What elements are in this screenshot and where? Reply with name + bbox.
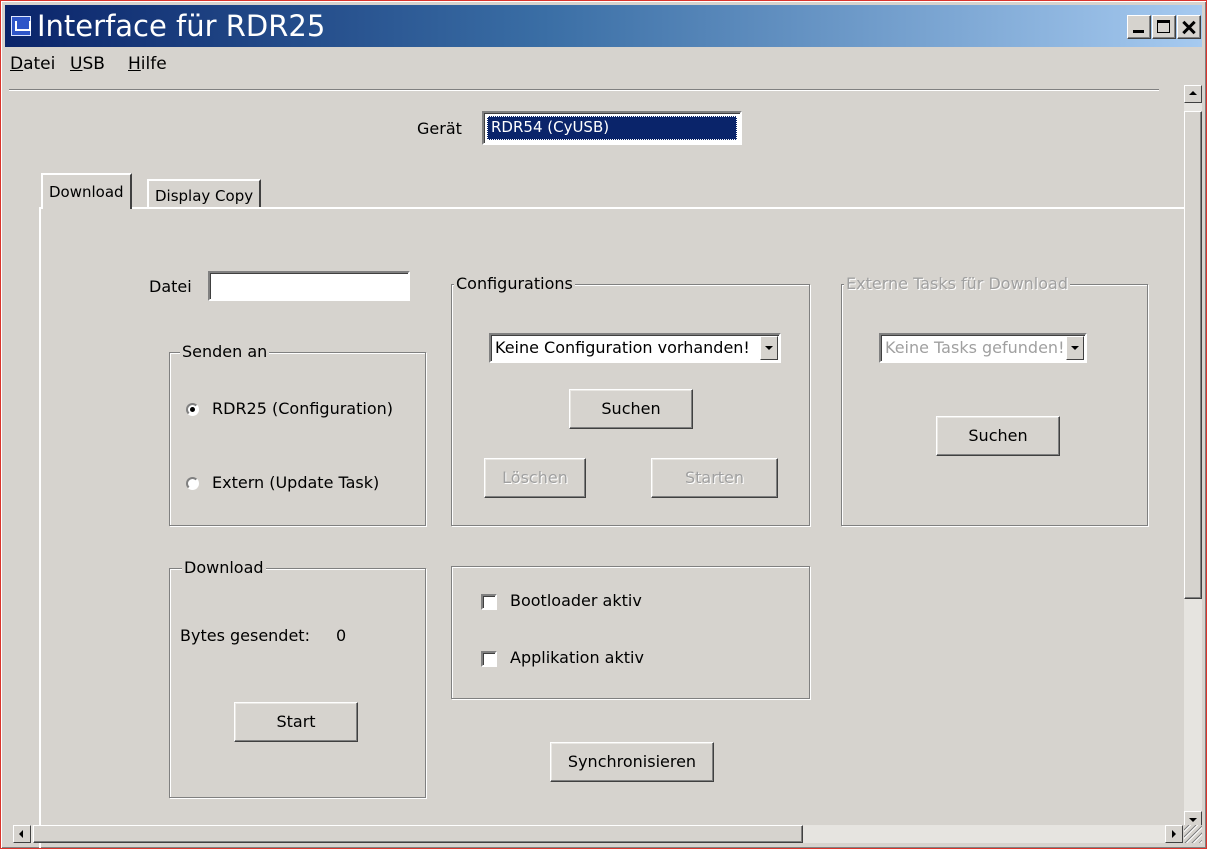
close-button[interactable] — [1177, 15, 1201, 39]
tab-download[interactable]: Download — [41, 173, 132, 209]
app-icon[interactable] — [11, 16, 31, 36]
tab-display-copy[interactable]: Display Copy — [147, 179, 262, 209]
chevron-down-icon[interactable] — [1066, 336, 1084, 360]
bootloader-checkbox[interactable] — [481, 594, 497, 610]
menu-separator — [9, 89, 1159, 91]
external-tasks-select-value: Keine Tasks gefunden! — [885, 338, 1065, 357]
minimize-button[interactable] — [1127, 15, 1151, 39]
configuration-select[interactable]: Keine Configuration vorhanden! — [489, 333, 781, 363]
scroll-up-icon[interactable] — [1184, 85, 1202, 103]
configurations-search-button[interactable]: Suchen — [569, 389, 693, 429]
menu-datei[interactable]: Datei — [10, 54, 55, 74]
main-window: Interface für RDR25 Datei USB Hilfe Gerä… — [0, 0, 1207, 849]
vertical-scrollbar[interactable] — [1184, 85, 1202, 829]
synchronize-button[interactable]: Synchronisieren — [550, 742, 714, 782]
external-tasks-group: Externe Tasks für Download Keine Tasks g… — [841, 274, 1148, 526]
horizontal-scrollbar[interactable] — [13, 825, 1183, 843]
scroll-right-icon[interactable] — [1165, 825, 1183, 843]
configurations-delete-button[interactable]: Löschen — [484, 458, 586, 498]
external-tasks-search-button[interactable]: Suchen — [936, 416, 1060, 456]
maximize-button[interactable] — [1152, 15, 1176, 39]
device-label: Gerät — [417, 119, 462, 138]
download-group-title: Download — [182, 558, 266, 578]
send-to-group: Senden an RDR25 (Configuration) Extern (… — [169, 342, 426, 526]
application-label[interactable]: Applikation aktiv — [510, 648, 644, 668]
resize-grip-icon[interactable] — [1184, 825, 1202, 843]
chevron-down-icon[interactable] — [760, 336, 778, 360]
download-group: Download Bytes gesendet: 0 Start — [169, 558, 426, 798]
configurations-start-button[interactable]: Starten — [651, 458, 778, 498]
menu-usb[interactable]: USB — [70, 54, 105, 74]
radio-rdr25-label[interactable]: RDR25 (Configuration) — [212, 399, 393, 419]
bytes-sent-label: Bytes gesendet: — [180, 626, 310, 645]
bytes-sent-value: 0 — [336, 626, 347, 645]
menu-hilfe[interactable]: Hilfe — [128, 54, 167, 74]
download-start-button[interactable]: Start — [234, 702, 358, 742]
configurations-title: Configurations — [454, 274, 575, 294]
application-checkbox[interactable] — [481, 651, 497, 667]
menu-bar: Datei USB Hilfe — [5, 47, 1185, 81]
radio-extern[interactable] — [186, 477, 199, 490]
bootloader-label[interactable]: Bootloader aktiv — [510, 591, 642, 611]
horizontal-scroll-thumb[interactable] — [33, 825, 803, 843]
device-select[interactable]: RDR54 (CyUSB) — [482, 111, 742, 145]
device-selected-value: RDR54 (CyUSB) — [487, 116, 737, 140]
external-tasks-select[interactable]: Keine Tasks gefunden! — [879, 333, 1087, 363]
radio-extern-label[interactable]: Extern (Update Task) — [212, 473, 379, 493]
send-to-title: Senden an — [180, 342, 270, 362]
title-bar[interactable]: Interface für RDR25 — [5, 5, 1202, 47]
vertical-scroll-thumb[interactable] — [1184, 111, 1202, 599]
scroll-left-icon[interactable] — [13, 825, 31, 843]
configurations-group: Configurations Keine Configuration vorha… — [451, 274, 810, 526]
file-input[interactable] — [208, 271, 410, 301]
external-tasks-title: Externe Tasks für Download — [844, 274, 1070, 294]
configuration-select-value: Keine Configuration vorhanden! — [495, 338, 750, 357]
window-title: Interface für RDR25 — [37, 9, 326, 43]
status-flags-group: Bootloader aktiv Applikation aktiv — [451, 566, 810, 699]
radio-rdr25[interactable] — [186, 403, 199, 416]
file-label: Datei — [149, 277, 192, 296]
